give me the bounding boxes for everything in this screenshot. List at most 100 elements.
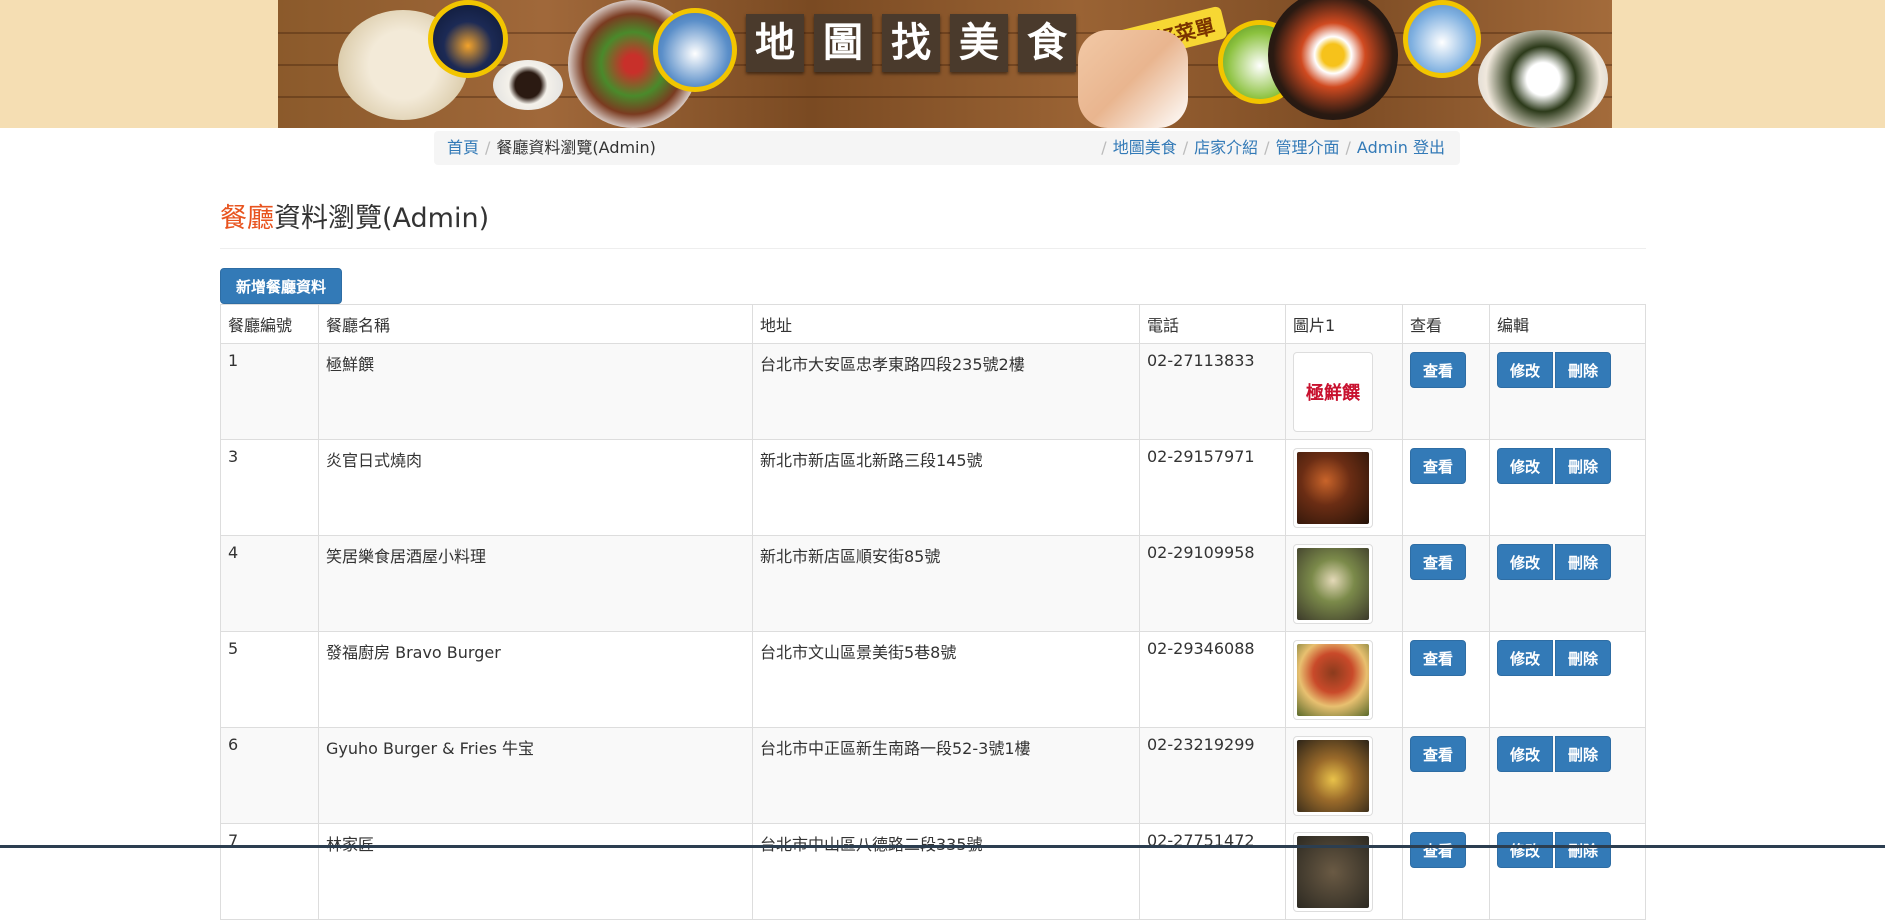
edit-button[interactable]: 修改: [1497, 736, 1553, 772]
cell-address: 台北市中正區新生南路一段52-3號1樓: [752, 727, 1140, 824]
page-title-rest: 資料瀏覽(Admin): [274, 203, 490, 234]
view-button[interactable]: 查看: [1410, 736, 1466, 772]
restaurant-photo-image: [1297, 740, 1369, 812]
restaurant-logo-image: 極鮮饌: [1297, 356, 1369, 428]
cell-name: 極鮮饌: [318, 343, 753, 440]
nav-link-logout[interactable]: Admin 登出: [1357, 138, 1445, 157]
thumbnail[interactable]: [1293, 736, 1373, 816]
column-header-name: 餐廳名稱: [318, 304, 753, 344]
cell-edit: 修改 刪除: [1489, 343, 1646, 440]
view-button[interactable]: 查看: [1410, 832, 1466, 868]
edit-button[interactable]: 修改: [1497, 832, 1553, 868]
cell-name: 林家匠: [318, 823, 753, 920]
thumbnail[interactable]: [1293, 832, 1373, 912]
breadcrumb-separator: /: [1345, 138, 1351, 157]
banner-title-char: 找: [882, 14, 940, 72]
delete-button[interactable]: 刪除: [1555, 832, 1611, 868]
cell-phone: 02-27751472: [1139, 823, 1286, 920]
cell-id: 7: [220, 823, 319, 920]
restaurant-photo-image: [1297, 548, 1369, 620]
restaurant-photo-image: [1297, 644, 1369, 716]
delete-button[interactable]: 刪除: [1555, 544, 1611, 580]
thumbnail[interactable]: [1293, 448, 1373, 528]
cell-phone: 02-27113833: [1139, 343, 1286, 440]
edit-button[interactable]: 修改: [1497, 448, 1553, 484]
cell-address: 台北市中山區八德路二段335號: [752, 823, 1140, 920]
banner-image: 地 圖 找 美 食 找吃的好菜單: [278, 0, 1612, 128]
banner-title-char: 圖: [814, 14, 872, 72]
table-row: 5 發福廚房 Bravo Burger 台北市文山區景美街5巷8號 02-293…: [220, 631, 1646, 728]
cell-address: 台北市大安區忠孝東路四段235號2樓: [752, 343, 1140, 440]
cell-view: 查看: [1402, 631, 1490, 728]
cell-view: 查看: [1402, 439, 1490, 536]
sushi-image: [1478, 30, 1608, 128]
edit-button-group: 修改 刪除: [1497, 736, 1638, 772]
table-row: 6 Gyuho Burger & Fries 牛宝 台北市中正區新生南路一段52…: [220, 727, 1646, 824]
edit-button[interactable]: 修改: [1497, 544, 1553, 580]
edit-button-group: 修改 刪除: [1497, 352, 1638, 388]
cell-edit: 修改 刪除: [1489, 631, 1646, 728]
breadcrumb-separator: /: [1182, 138, 1189, 157]
cell-edit: 修改 刪除: [1489, 535, 1646, 632]
column-header-edit: 编輯: [1489, 304, 1646, 344]
page-title: 餐廳資料瀏覽(Admin): [220, 196, 489, 235]
column-header-address: 地址: [752, 304, 1140, 344]
thumbnail[interactable]: 極鮮饌: [1293, 352, 1373, 432]
page-title-accent: 餐廳: [220, 203, 274, 234]
restaurant-table: 餐廳編號 餐廳名稱 地址 電話 圖片1 查看 编輯 1 極鮮饌 台北市大安區忠孝…: [220, 304, 1646, 920]
view-button[interactable]: 查看: [1410, 352, 1466, 388]
cell-phone: 02-29157971: [1139, 439, 1286, 536]
nav-link-map-food[interactable]: 地圖美食: [1113, 138, 1177, 157]
cell-id: 5: [220, 631, 319, 728]
cell-image: [1285, 727, 1403, 824]
phone-hands-image: [1078, 30, 1188, 128]
add-restaurant-button[interactable]: 新增餐廳資料: [220, 268, 342, 304]
breadcrumb-home-link[interactable]: 首頁: [447, 138, 479, 157]
cell-phone: 02-29346088: [1139, 631, 1286, 728]
cell-edit: 修改 刪除: [1489, 439, 1646, 536]
delete-button[interactable]: 刪除: [1555, 736, 1611, 772]
cell-name: 笑居樂食居酒屋小料理: [318, 535, 753, 632]
nav-link-store-intro[interactable]: 店家介紹: [1194, 138, 1258, 157]
cell-image: [1285, 439, 1403, 536]
column-header-image: 圖片1: [1285, 304, 1403, 344]
cell-view: 查看: [1402, 343, 1490, 440]
cell-phone: 02-29109958: [1139, 535, 1286, 632]
table-row: 4 笑居樂食居酒屋小料理 新北市新店區順安街85號 02-29109958 查看…: [220, 535, 1646, 632]
delete-button[interactable]: 刪除: [1555, 352, 1611, 388]
cell-address: 新北市新店區順安街85號: [752, 535, 1140, 632]
view-button[interactable]: 查看: [1410, 544, 1466, 580]
cell-id: 4: [220, 535, 319, 632]
cell-name: 炎官日式燒肉: [318, 439, 753, 536]
table-row: 3 炎官日式燒肉 新北市新店區北新路三段145號 02-29157971 查看 …: [220, 439, 1646, 536]
restaurant-photo-image: [1297, 452, 1369, 524]
column-header-id: 餐廳編號: [220, 304, 319, 344]
edit-button-group: 修改 刪除: [1497, 448, 1638, 484]
thumbnail[interactable]: [1293, 640, 1373, 720]
edit-button[interactable]: 修改: [1497, 640, 1553, 676]
banner-title-char: 食: [1018, 14, 1076, 72]
delete-button[interactable]: 刪除: [1555, 448, 1611, 484]
cell-id: 3: [220, 439, 319, 536]
thumbnail[interactable]: [1293, 544, 1373, 624]
breadcrumb-current: 餐廳資料瀏覽(Admin): [496, 138, 656, 157]
building-pin-image: [1403, 0, 1481, 78]
breadcrumb-separator: /: [485, 138, 491, 157]
edit-button-group: 修改 刪除: [1497, 544, 1638, 580]
cell-phone: 02-23219299: [1139, 727, 1286, 824]
edit-button[interactable]: 修改: [1497, 352, 1553, 388]
column-header-phone: 電話: [1139, 304, 1286, 344]
breadcrumb-separator: /: [1101, 138, 1107, 157]
nav-link-admin-panel[interactable]: 管理介面: [1276, 138, 1340, 157]
banner-title-char: 美: [950, 14, 1008, 72]
view-button[interactable]: 查看: [1410, 448, 1466, 484]
banner-title-char: 地: [746, 14, 804, 72]
banner-title: 地 圖 找 美 食: [746, 14, 1076, 72]
cell-edit: 修改 刪除: [1489, 727, 1646, 824]
cell-address: 新北市新店區北新路三段145號: [752, 439, 1140, 536]
delete-button[interactable]: 刪除: [1555, 640, 1611, 676]
view-button[interactable]: 查看: [1410, 640, 1466, 676]
table-header-row: 餐廳編號 餐廳名稱 地址 電話 圖片1 查看 编輯: [220, 304, 1646, 344]
cell-view: 查看: [1402, 727, 1490, 824]
cell-id: 1: [220, 343, 319, 440]
